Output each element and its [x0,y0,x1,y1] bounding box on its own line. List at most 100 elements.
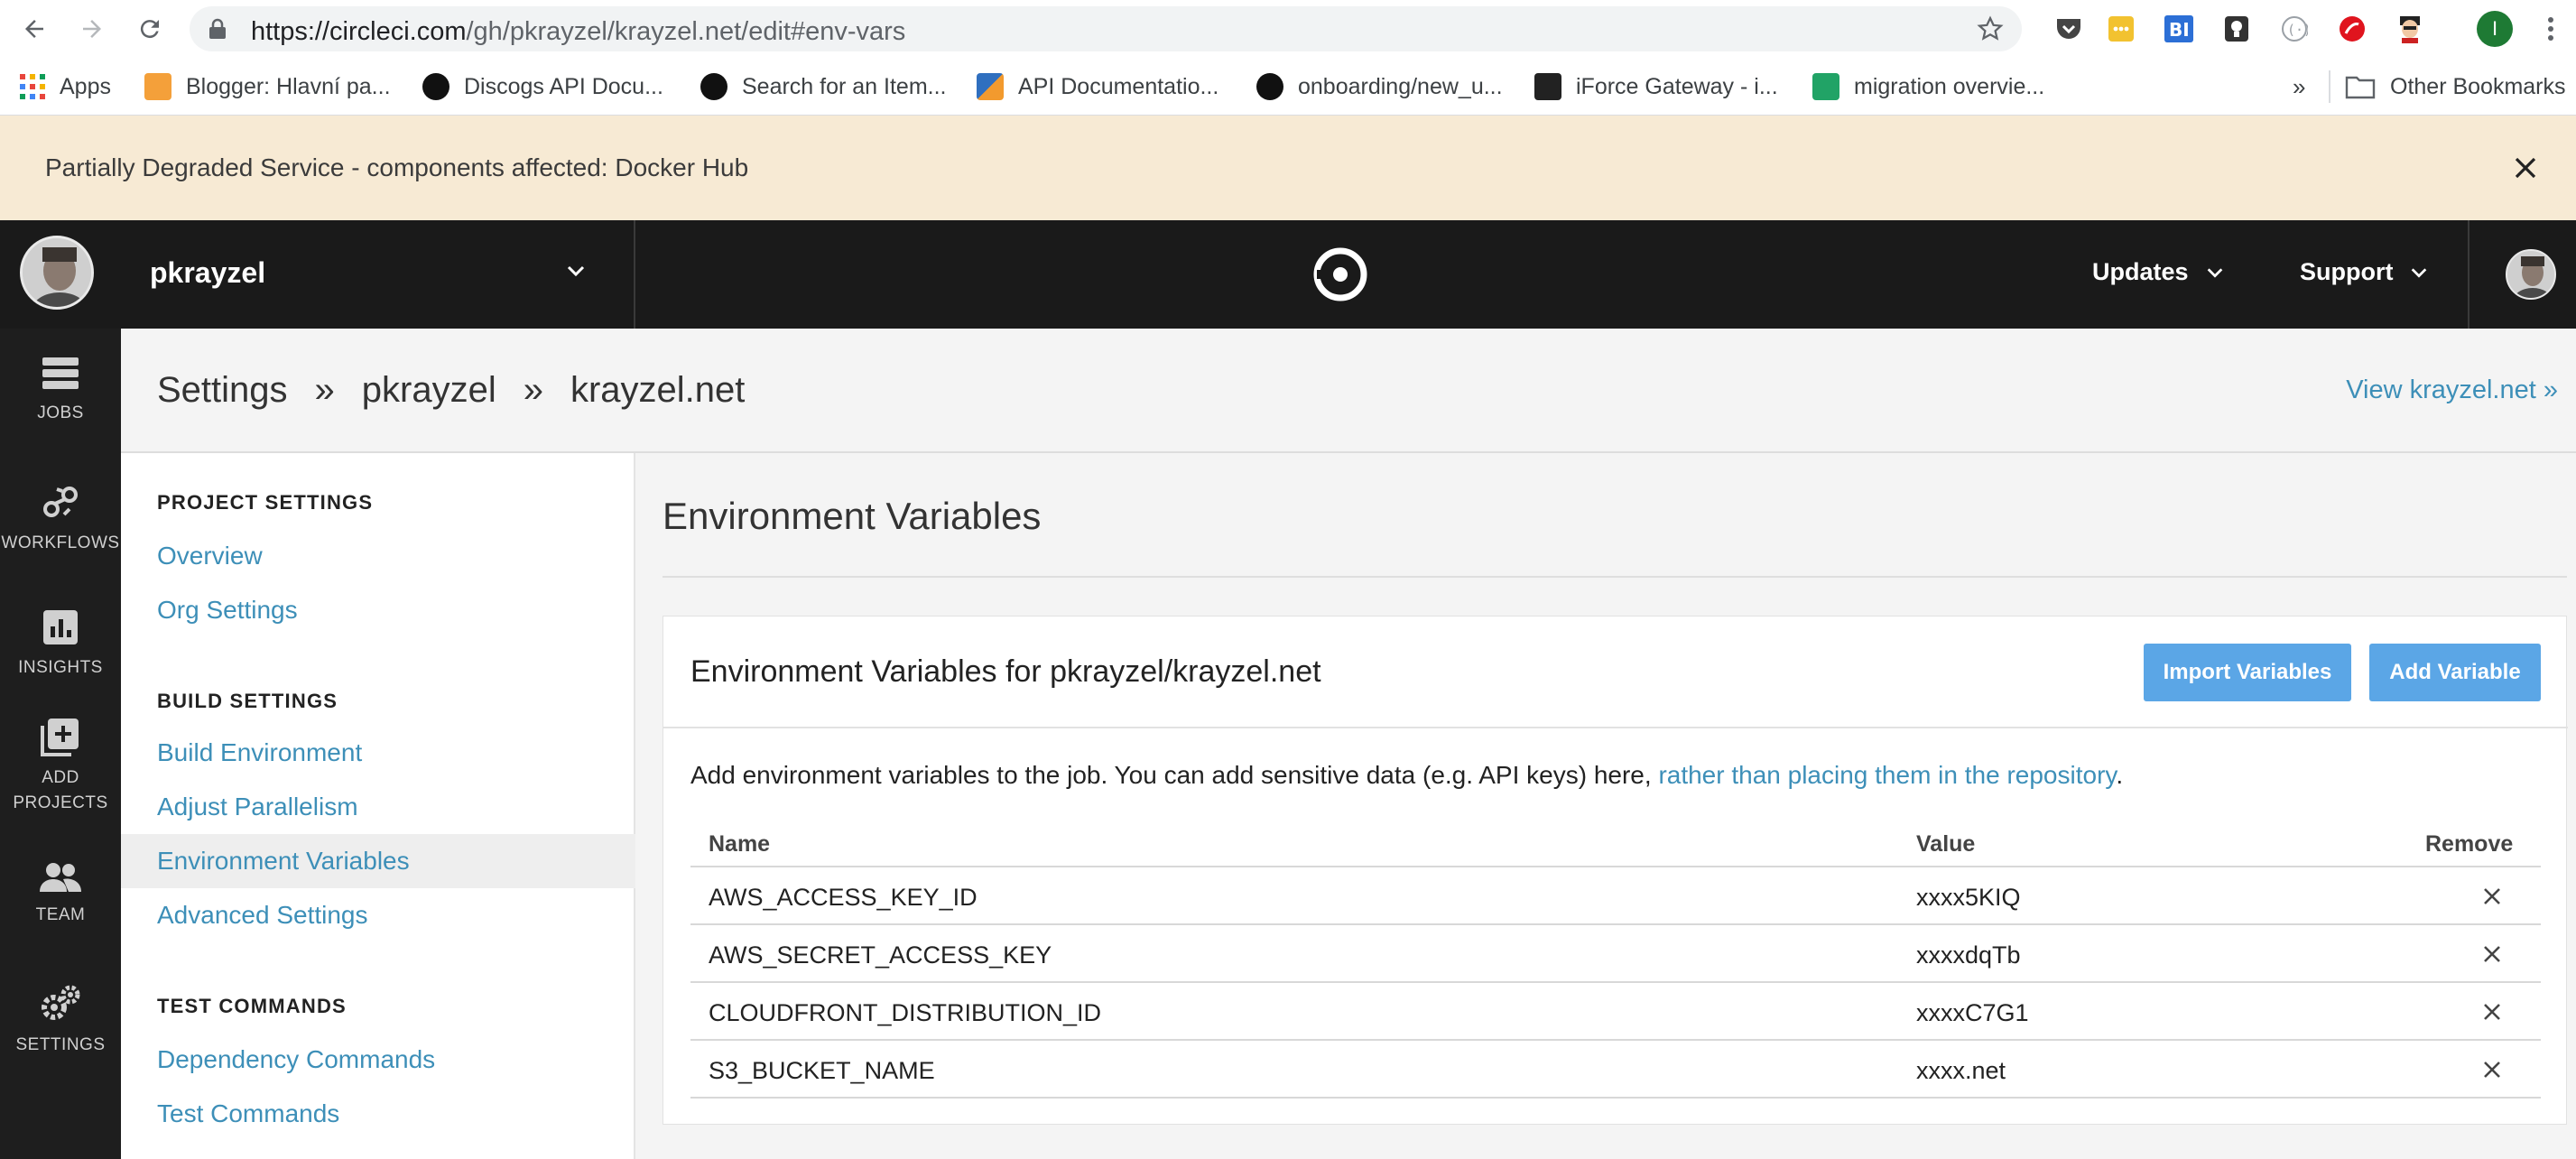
page-title: Environment Variables [663,495,1042,537]
breadcrumb-separator: » [314,370,335,410]
other-bookmarks[interactable]: Other Bookmarks [2345,70,2566,103]
workflows-icon [43,487,78,517]
forward-icon[interactable] [74,11,110,47]
remove-icon[interactable] [2476,1053,2508,1086]
bookmarks-bar: Apps Blogger: Hlavní pa... Discogs API D… [0,58,2576,116]
address-bar[interactable]: https://circleci.com/gh/pkrayzel/krayzel… [190,6,2022,51]
header-divider [634,220,635,329]
profile-avatar[interactable]: I [2477,11,2513,47]
org-name[interactable]: pkrayzel [150,256,265,290]
bookmark-api-docs[interactable]: API Documentatio... [977,70,1219,103]
repository-link[interactable]: rather than placing them in the reposito… [1658,761,2116,789]
sidebar-item-adjust-parallelism[interactable]: Adjust Parallelism [121,780,635,834]
remove-icon[interactable] [2476,996,2508,1028]
bookmarks-overflow-button[interactable]: » [2293,70,2305,103]
status-banner: Partially Degraded Service - components … [0,116,2576,220]
bi-extension-icon[interactable]: BI [2161,11,2197,47]
variable-value: xxxxC7G1 [1916,999,2029,1026]
iforce-icon [1534,73,1561,100]
bookmark-search-item[interactable]: Search for an Item... [700,70,947,103]
section-heading-project-settings: PROJECT SETTINGS [157,491,374,514]
sidebar-item-dependency-commands[interactable]: Dependency Commands [121,1033,635,1087]
bookmark-migration[interactable]: migration overvie... [1812,70,2044,103]
add-variable-button[interactable]: Add Variable [2369,644,2541,701]
sidebar-item-advanced-settings[interactable]: Advanced Settings [121,888,635,942]
org-avatar[interactable] [20,236,94,310]
nav-settings[interactable]: SETTINGS [0,984,121,1058]
breadcrumb-org[interactable]: pkrayzel [362,370,496,411]
nav-jobs[interactable]: JOBS [0,356,121,426]
section-heading-test-commands: TEST COMMANDS [157,995,347,1017]
support-label: Support [2300,258,2394,285]
bookmark-label: API Documentatio... [1018,73,1219,99]
sidebar-item-environment-variables[interactable]: Environment Variables [121,834,635,888]
updates-label: Updates [2092,258,2189,285]
jobs-icon [42,357,79,389]
nav-label: JOBS [37,403,84,422]
discogs-icon [422,73,449,100]
settings-sidebar: PROJECT SETTINGS Overview Org Settings B… [121,453,635,1159]
settings-icon [42,985,80,1020]
browser-menu-icon[interactable] [2533,11,2569,47]
close-icon[interactable] [2507,150,2544,186]
column-header-remove: Remove [2425,831,2514,857]
view-project-link[interactable]: View krayzel.net » [2346,376,2558,405]
github-icon [1256,73,1283,100]
notes-extension-icon[interactable] [2103,11,2139,47]
bracket-extension-icon[interactable]: (·) [2276,11,2312,47]
variable-value: xxxx5KIQ [1916,884,2021,911]
chevron-down-icon[interactable] [565,260,587,286]
import-variables-button[interactable]: Import Variables [2144,644,2351,701]
variable-value: xxxxdqTb [1916,941,2021,969]
left-nav: JOBS WORKFLOWS INSIGHTS ADD PROJECTS TEA… [0,329,121,1159]
bookmark-discogs[interactable]: Discogs API Docu... [422,70,663,103]
browser-toolbar: https://circleci.com/gh/pkrayzel/krayzel… [0,0,2576,58]
description-end: . [2116,761,2124,789]
face-extension-icon[interactable] [2392,11,2428,47]
folder-icon [2345,76,2376,99]
bookmark-label: iForce Gateway - i... [1576,73,1778,99]
env-vars-card: Environment Variables for pkrayzel/krayz… [663,616,2568,1125]
bookmark-star-icon[interactable] [1977,15,2004,47]
variable-name: AWS_SECRET_ACCESS_KEY [709,941,1052,969]
breadcrumb-settings[interactable]: Settings [157,370,288,411]
support-menu[interactable]: Support [2300,258,2429,286]
blogger-icon [144,73,171,100]
pocket-icon[interactable] [2051,11,2087,47]
url-host: https://circleci.com [251,17,467,46]
sidebar-item-test-commands[interactable]: Test Commands [121,1087,635,1141]
nav-team[interactable]: TEAM [0,861,121,928]
remove-icon[interactable] [2476,880,2508,913]
bookmark-label: Discogs API Docu... [464,73,663,99]
nav-add-projects[interactable]: ADD PROJECTS [0,717,121,816]
updates-menu[interactable]: Updates [2092,258,2225,286]
nav-workflows[interactable]: WORKFLOWS [0,482,121,556]
app-header: pkrayzel Updates Support [0,220,2576,329]
adobe-extension-icon[interactable] [2334,11,2370,47]
circleci-logo-icon[interactable] [1313,247,1367,306]
sidebar-item-build-environment[interactable]: Build Environment [121,726,635,780]
bookmark-onboarding[interactable]: onboarding/new_u... [1256,70,1503,103]
reload-icon[interactable] [132,11,168,47]
lightbulb-extension-icon[interactable] [2219,11,2255,47]
user-avatar[interactable] [2506,249,2556,300]
bookmarks-divider [2329,70,2330,103]
bookmark-iforce[interactable]: iForce Gateway - i... [1534,70,1778,103]
card-title: Environment Variables for pkrayzel/krayz… [690,654,1321,689]
bookmark-label: Blogger: Hlavní pa... [186,73,391,99]
team-icon [40,863,81,892]
sidebar-item-overview[interactable]: Overview [121,529,635,583]
sidebar-item-org-settings[interactable]: Org Settings [121,583,635,637]
nav-insights[interactable]: INSIGHTS [0,608,121,681]
insights-icon [43,610,78,644]
nav-label: SETTINGS [15,1035,106,1054]
bookmark-apps[interactable]: Apps [20,70,111,103]
bookmark-label: Apps [60,73,111,99]
column-header-value: Value [1916,831,1976,857]
nav-label: ADD PROJECTS [13,768,108,812]
variable-name: CLOUDFRONT_DISTRIBUTION_ID [709,999,1102,1026]
remove-icon[interactable] [2476,938,2508,970]
bookmark-blogger[interactable]: Blogger: Hlavní pa... [144,70,391,103]
add-projects-icon [41,719,79,756]
back-icon[interactable] [16,11,52,47]
